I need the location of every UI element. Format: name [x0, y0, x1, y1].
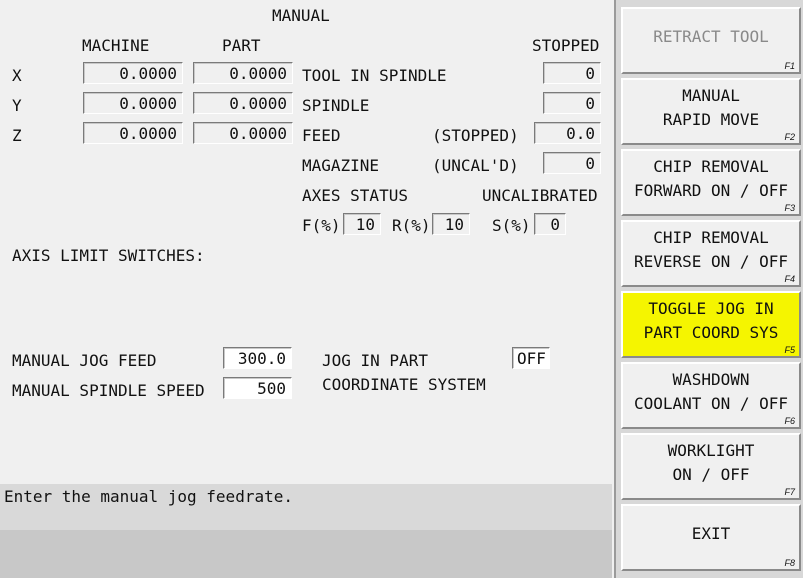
chip-removal-reverse-label: CHIP REMOVAL REVERSE ON / OFF	[633, 227, 789, 271]
status-message: Enter the manual jog feedrate.	[4, 487, 293, 506]
axis-label-z: Z	[12, 126, 22, 145]
function-key-panel: RETRACT TOOL F1 MANUAL RAPID MOVE F2 CHI…	[614, 0, 803, 578]
rapid-override-value: 10	[432, 213, 470, 235]
washdown-coolant-button[interactable]: WASHDOWN COOLANT ON / OFF F6	[621, 362, 801, 429]
tool-in-spindle-label: TOOL IN SPINDLE	[302, 66, 447, 85]
jog-in-part-label: JOG IN PART	[322, 351, 428, 370]
manual-spindle-speed-label: MANUAL SPINDLE SPEED	[12, 381, 205, 400]
f8-key-label: F8	[784, 558, 795, 568]
part-column-header: PART	[222, 36, 261, 55]
spindle-label: SPINDLE	[302, 96, 370, 115]
machine-state: STOPPED	[532, 36, 600, 55]
coordinate-system-label: COORDINATE SYSTEM	[322, 375, 486, 394]
f5-key-label: F5	[784, 345, 795, 355]
f2-key-label: F2	[784, 132, 795, 142]
jog-in-part-indicator: OFF	[512, 347, 550, 369]
f3-key-label: F3	[784, 203, 795, 213]
magazine-label: MAGAZINE	[302, 156, 380, 175]
x-machine-position: 0.0000	[83, 62, 183, 84]
axes-status-label: AXES STATUS	[302, 186, 408, 205]
chip-removal-forward-button[interactable]: CHIP REMOVAL FORWARD ON / OFF F3	[621, 149, 801, 216]
z-machine-position: 0.0000	[83, 122, 183, 144]
spindle-value: 0	[543, 92, 601, 114]
magazine-state: (UNCAL'D)	[432, 156, 519, 175]
retract-tool-label: RETRACT TOOL	[653, 26, 769, 46]
worklight-label: WORKLIGHT ON / OFF	[667, 440, 755, 484]
worklight-button[interactable]: WORKLIGHT ON / OFF F7	[621, 433, 801, 500]
axes-status-value: UNCALIBRATED	[482, 186, 598, 205]
spindle-override-value: 0	[534, 213, 566, 235]
manual-rapid-move-button[interactable]: MANUAL RAPID MOVE F2	[621, 78, 801, 145]
tool-in-spindle-value: 0	[543, 62, 601, 84]
feed-value: 0.0	[534, 122, 601, 144]
washdown-coolant-label: WASHDOWN COOLANT ON / OFF	[633, 369, 789, 413]
exit-label: EXIT	[691, 523, 731, 543]
exit-button[interactable]: EXIT F8	[621, 504, 801, 571]
manual-jog-feed-label: MANUAL JOG FEED	[12, 351, 157, 370]
axis-limit-switches-label: AXIS LIMIT SWITCHES:	[12, 246, 205, 265]
rapid-override-label: R(%)	[392, 216, 431, 235]
spindle-override-label: S(%)	[492, 216, 531, 235]
f6-key-label: F6	[784, 416, 795, 426]
y-machine-position: 0.0000	[83, 92, 183, 114]
toggle-jog-part-coord-label: TOGGLE JOG IN PART COORD SYS	[643, 298, 779, 342]
f4-key-label: F4	[784, 274, 795, 284]
x-part-position: 0.0000	[193, 62, 293, 84]
retract-tool-button[interactable]: RETRACT TOOL F1	[621, 7, 801, 74]
magazine-value: 0	[543, 152, 601, 174]
page-title: MANUAL	[272, 6, 330, 25]
f7-key-label: F7	[784, 487, 795, 497]
axis-label-x: X	[12, 66, 22, 85]
manual-spindle-speed-input[interactable]: 500	[223, 377, 292, 399]
machine-column-header: MACHINE	[82, 36, 150, 55]
toggle-jog-part-coord-button[interactable]: TOGGLE JOG IN PART COORD SYS F5	[621, 291, 801, 358]
feed-override-label: F(%)	[302, 216, 341, 235]
feed-state: (STOPPED)	[432, 126, 519, 145]
feed-label: FEED	[302, 126, 341, 145]
manual-rapid-move-label: MANUAL RAPID MOVE	[662, 85, 760, 129]
bottom-strip	[0, 530, 612, 578]
status-message-bar: Enter the manual jog feedrate.	[0, 484, 612, 530]
chip-removal-reverse-button[interactable]: CHIP REMOVAL REVERSE ON / OFF F4	[621, 220, 801, 287]
main-panel: MANUAL MACHINE PART STOPPED X 0.0000 0.0…	[0, 0, 612, 578]
axis-label-y: Y	[12, 96, 22, 115]
y-part-position: 0.0000	[193, 92, 293, 114]
chip-removal-forward-label: CHIP REMOVAL FORWARD ON / OFF	[633, 156, 789, 200]
f1-key-label: F1	[784, 61, 795, 71]
z-part-position: 0.0000	[193, 122, 293, 144]
feed-override-value: 10	[343, 213, 381, 235]
manual-jog-feed-input[interactable]: 300.0	[223, 347, 292, 369]
